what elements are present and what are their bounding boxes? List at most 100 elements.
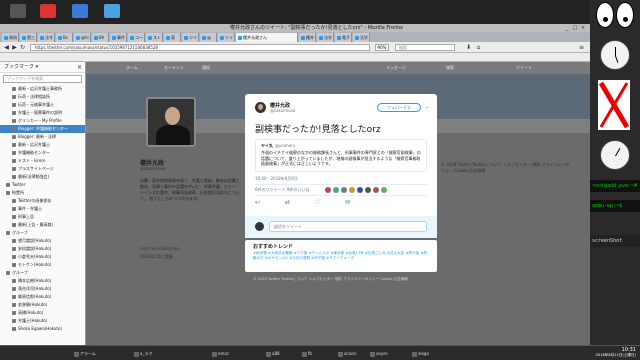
bookmark-search-input[interactable]: ブックマークを検索	[3, 75, 82, 83]
maximize-icon[interactable]: □	[572, 25, 578, 31]
browser-tab[interactable]: ツイ	[182, 33, 199, 42]
sidebar-bookmark-item[interactable]: 若狭勝(Hokuto)	[0, 301, 85, 309]
avatar[interactable]	[255, 102, 266, 113]
follow-button[interactable]: フォローする	[377, 103, 421, 112]
sidebar-bookmark-item[interactable]: Twitterの画像保存	[0, 197, 85, 205]
tweet-timestamp[interactable]: 16:00 - 2018年8月6日	[255, 176, 298, 182]
browser-tab[interactable]: @hi	[74, 33, 91, 42]
zoom-indicator[interactable]: 90%	[375, 44, 389, 51]
sidebar-bookmark-item[interactable]: 最新(上告・最高裁)	[0, 221, 85, 229]
chevron-down-icon[interactable]: ⌄	[425, 104, 429, 110]
twitter-nav-item[interactable]: 検索	[446, 65, 454, 71]
sidebar-bookmark-item[interactable]: グループ	[0, 269, 85, 277]
browser-tab[interactable]: Bc	[56, 33, 73, 42]
sidebar-bookmark-item[interactable]: 望月論説(Hokuto)	[0, 237, 85, 245]
browser-tab-active[interactable]: 櫻井允政さん	[236, 33, 298, 42]
close-icon[interactable]: ×	[580, 25, 586, 31]
sidebar-header[interactable]: ブックマーク ▾ ×	[0, 62, 85, 73]
avatar[interactable]	[146, 97, 196, 147]
sidebar-bookmark-item[interactable]: 伝奇・法律相談所	[0, 93, 85, 101]
browser-tab[interactable]: 法学	[353, 33, 370, 42]
search-bar[interactable]: 検索	[395, 44, 455, 51]
taskbar-item[interactable]: fb	[300, 349, 312, 358]
sidebar-bookmark-item[interactable]: 刑事上告	[0, 213, 85, 221]
trend-list[interactable]: #納涼祭 #大雨洪水警報 #ウマ娘 #チームラボ #東京都 #台風13号 #石原…	[253, 251, 429, 261]
twitter-nav-item[interactable]: ホーム	[126, 65, 138, 71]
sidebar-bookmark-item[interactable]: 事件・弁護士	[0, 205, 85, 213]
avatar[interactable]	[381, 187, 387, 193]
browser-tab[interactable]: 電子	[335, 33, 352, 42]
browser-tab[interactable]: ツイ	[218, 33, 235, 42]
quoted-tweet[interactable]: ヤイ丸 @yaimaru 今週のイチナイ検察のなかの総務課長さんと、刑事事件の専門…	[255, 139, 427, 172]
sidebar-bookmark-item[interactable]: 弁護士(Hokuto)	[0, 317, 85, 325]
page-footer[interactable]: © 2018 Twitter Twitterについて ヘルプセンター 規約 プラ…	[253, 277, 433, 282]
browser-tab[interactable]: スト	[146, 33, 163, 42]
profile-link[interactable]: note.mu/sakuimasa	[140, 246, 179, 251]
browser-tab[interactable]: 法令	[38, 33, 55, 42]
browser-tab[interactable]: 櫻井	[299, 33, 316, 42]
sidebar-bookmark-item[interactable]: 最新(法律勉強会)	[0, 173, 85, 181]
reload-icon[interactable]: ↻	[19, 44, 26, 51]
browser-tab[interactable]: コード	[128, 33, 145, 42]
twitter-nav-item[interactable]: メッセージ	[386, 65, 406, 71]
avatar[interactable]	[341, 187, 347, 193]
sidebar-bookmark-item[interactable]: 弁護士・冤罪事件の説明	[0, 109, 85, 117]
sidebar-bookmark-item[interactable]: 小倉秀夫(Hokuto)	[0, 253, 85, 261]
taskbar-item[interactable]: アラーム	[72, 349, 96, 358]
sidebar-bookmark-item[interactable]: 橋本広樹(Hokuto)	[0, 277, 85, 285]
forward-icon[interactable]: ▶	[11, 44, 18, 51]
taskbar-item[interactable]: a88	[264, 349, 280, 358]
avatar[interactable]	[325, 187, 331, 193]
sidebar-bookmark-item[interactable]: Blogger: 弁護機能センター	[0, 125, 85, 133]
back-icon[interactable]: ◀	[3, 44, 10, 51]
browser-tab[interactable]: 東	[164, 33, 181, 42]
sidebar-bookmark-item[interactable]: 落合洋司(Hokuto)	[0, 285, 85, 293]
taskbar-item[interactable]: xlogo	[410, 349, 429, 358]
avatar[interactable]	[349, 187, 355, 193]
sidebar-bookmark-item[interactable]: グリンカー・My Profile	[0, 117, 85, 125]
sidebar-bookmark-item[interactable]: 最新・広沢弁護士事務所	[0, 85, 85, 93]
sidebar-bookmark-item[interactable]: プラスサイトページ	[0, 165, 85, 173]
taskbar-item[interactable]: emac	[210, 349, 229, 358]
sidebar-bookmark-item[interactable]: テスト・kiroro	[0, 157, 85, 165]
tweet-author-handle[interactable]: @sakuimasa	[270, 108, 295, 113]
taskbar-clock[interactable]: 10:31 2018年8月11日(土曜日)	[596, 347, 636, 358]
sidebar-bookmark-item[interactable]: 高橋(Hokuto)	[0, 309, 85, 317]
message-icon[interactable]: ✉	[345, 198, 350, 208]
twitter-nav-item[interactable]: 通知	[202, 65, 210, 71]
terminal-strip[interactable]: root@add-pve:~#	[590, 180, 640, 192]
taskbar-item[interactable]: xclock	[336, 349, 357, 358]
folder-blue-icon[interactable]	[72, 4, 88, 18]
reply-icon[interactable]: ↩	[255, 198, 260, 208]
sidebar-bookmark-item[interactable]: 安倍論説(Hokuto)	[0, 245, 85, 253]
reply-input[interactable]: 返信をツイート	[269, 221, 427, 232]
sidebar-bookmark-item[interactable]: 最新・広沢弁護士	[0, 141, 85, 149]
browser-tab[interactable]: 第三	[20, 33, 37, 42]
browser-tab[interactable]: Bh	[92, 33, 109, 42]
folder-red-icon[interactable]	[40, 4, 56, 18]
twitter-nav-item[interactable]: モーメント	[164, 65, 184, 71]
sidebar-bookmark-item[interactable]: Twitter	[0, 181, 85, 189]
browser-tab[interactable]: 周知	[2, 33, 19, 42]
terminal-strip[interactable]: qemu-wp:~$	[590, 200, 640, 212]
avatar[interactable]	[357, 187, 363, 193]
sidebar-bookmark-item[interactable]: Shoko Egawa(Hokuto)	[0, 325, 85, 333]
window-icon[interactable]	[104, 4, 120, 18]
avatar[interactable]	[333, 187, 339, 193]
taskbar-item[interactable]: a_ラク	[132, 349, 152, 358]
terminal-strip[interactable]: screenShot	[590, 235, 640, 247]
stats-text[interactable]: 6件のリツイート 9件のいいね	[255, 187, 309, 192]
app-launcher-icon[interactable]	[10, 4, 26, 18]
sidebar-bookmark-item[interactable]: モトケン(Hokuto)	[0, 261, 85, 269]
avatar[interactable]	[365, 187, 371, 193]
sidebar-bookmark-item[interactable]: 弁護機能センター	[0, 149, 85, 157]
browser-tab[interactable]: 法学	[317, 33, 334, 42]
browser-tab[interactable]: 事件	[110, 33, 127, 42]
minimize-icon[interactable]: _	[564, 25, 570, 31]
like-icon[interactable]: ♡	[315, 198, 320, 208]
sidebar-bookmark-item[interactable]: グループ	[0, 229, 85, 237]
avatar[interactable]	[373, 187, 379, 193]
sidebar-bookmark-item[interactable]: 郷原信郎(Hokuto)	[0, 293, 85, 301]
twitter-nav-item[interactable]: ツイート	[516, 65, 532, 71]
home-icon[interactable]: ⌂	[475, 44, 482, 51]
